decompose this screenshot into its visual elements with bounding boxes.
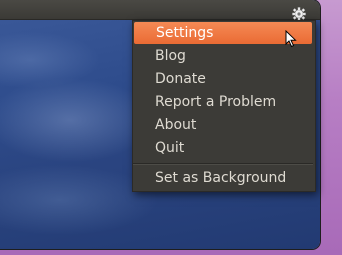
menu-item-about[interactable]: About bbox=[133, 114, 313, 136]
menu-item-report-a-problem[interactable]: Report a Problem bbox=[133, 91, 313, 113]
menu-item-donate[interactable]: Donate bbox=[133, 68, 313, 90]
menu-item-quit[interactable]: Quit bbox=[133, 137, 313, 159]
menu-item-blog[interactable]: Blog bbox=[133, 45, 313, 67]
top-panel bbox=[0, 0, 320, 21]
menu-item-set-as-background[interactable]: Set as Background bbox=[133, 167, 313, 189]
mouse-pointer-icon bbox=[285, 29, 297, 48]
menu-separator bbox=[133, 163, 313, 165]
